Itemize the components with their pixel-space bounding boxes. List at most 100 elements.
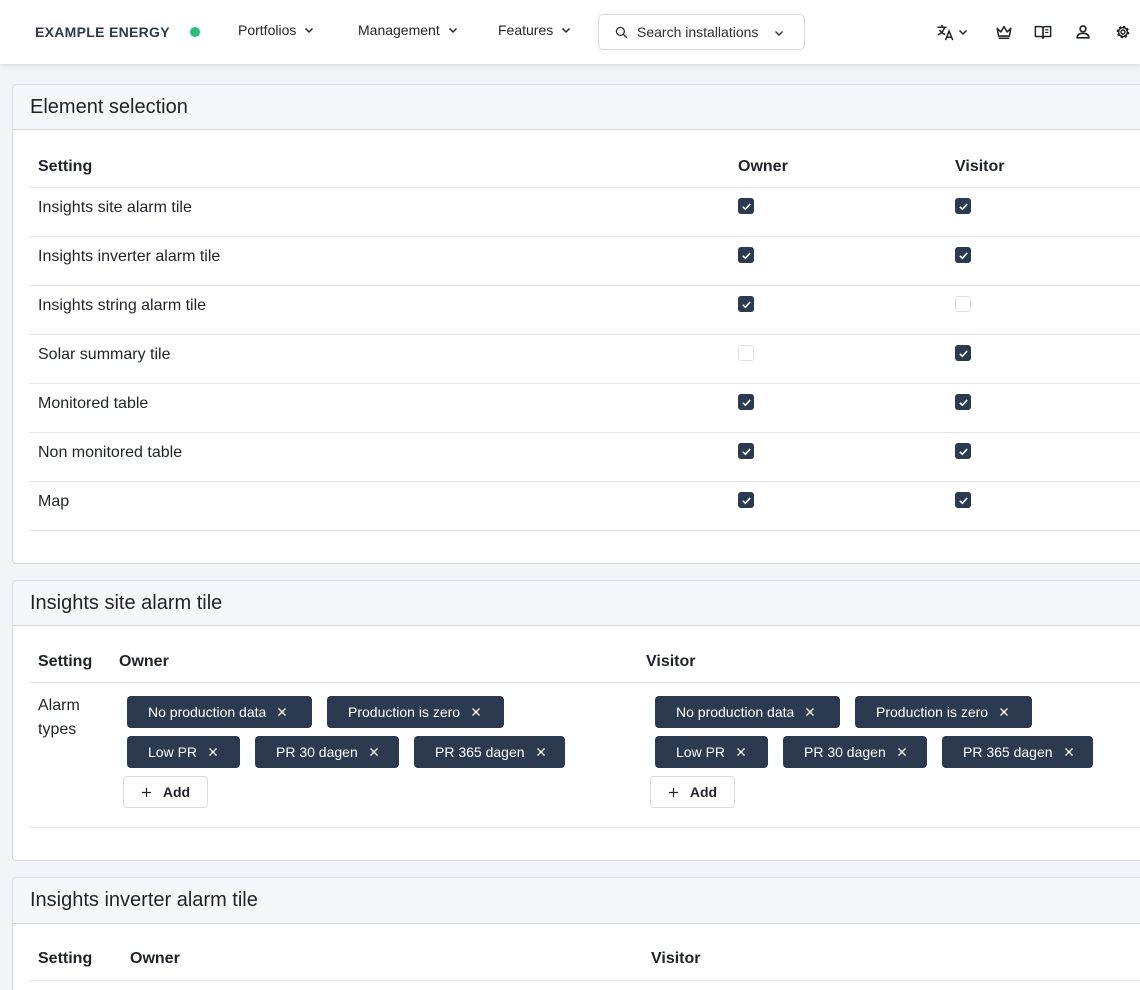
table-row: Insights site alarm tile: [29, 188, 1140, 237]
visitor-checkbox[interactable]: [955, 296, 971, 312]
visitor-checkbox[interactable]: [955, 443, 971, 459]
book-icon: [1034, 25, 1052, 40]
tag-label: Low PR: [676, 744, 726, 760]
alarm-types-label-line1: Alarm: [38, 697, 80, 714]
nav-portfolios-label: Portfolios: [238, 22, 297, 38]
plus-icon: [141, 787, 151, 797]
search-icon: [615, 26, 628, 39]
remove-tag-button[interactable]: [1063, 746, 1075, 758]
remove-tag-button[interactable]: [735, 746, 747, 758]
close-icon: [209, 748, 218, 756]
nav-management-label: Management: [358, 22, 440, 38]
close-icon: [472, 708, 481, 716]
column-header-setting: Setting: [38, 950, 93, 967]
check-icon: [741, 496, 751, 504]
remove-tag-button[interactable]: [535, 746, 547, 758]
remove-tag-button[interactable]: [998, 706, 1010, 718]
remove-tag-button[interactable]: [207, 746, 219, 758]
tag-label: No production data: [148, 704, 267, 720]
table-row: Non monitored table: [29, 433, 1140, 482]
chevron-down-icon: [448, 27, 457, 34]
table-row: Monitored table: [29, 384, 1140, 433]
tag-label: PR 365 dagen: [963, 744, 1053, 760]
visitor-add-button[interactable]: Add: [650, 776, 735, 808]
status-indicator: [190, 27, 200, 37]
alarm-type-tag: Production is zero: [855, 696, 1032, 728]
alarm-type-tag: No production data: [127, 696, 312, 728]
visitor-checkbox[interactable]: [955, 345, 971, 361]
check-icon: [958, 349, 968, 357]
plus-icon: [668, 787, 678, 797]
owner-checkbox[interactable]: [738, 296, 754, 312]
search-installations-dropdown[interactable]: Search installations: [598, 14, 805, 50]
table-row: Map: [29, 482, 1140, 531]
nav-features[interactable]: Features: [498, 22, 571, 38]
table-row: Solar summary tile: [29, 335, 1140, 384]
settings-icon: [1116, 25, 1130, 39]
column-header-visitor: Visitor: [955, 158, 1005, 175]
brand-logo[interactable]: EXAMPLE ENERGY: [35, 24, 170, 40]
check-icon: [958, 496, 968, 504]
table-header-row: Setting Owner Visitor: [29, 924, 1140, 981]
alarm-type-tag: Low PR: [127, 736, 240, 768]
user-icon: [1076, 25, 1090, 39]
translate-icon: [937, 24, 954, 40]
setting-label: Solar summary tile: [38, 346, 171, 363]
close-icon: [737, 748, 746, 756]
remove-tag-button[interactable]: [804, 706, 816, 718]
setting-label: Insights string alarm tile: [38, 297, 207, 314]
remove-tag-button[interactable]: [470, 706, 482, 718]
documentation-button[interactable]: [1033, 22, 1053, 42]
chevron-down-icon: [562, 27, 571, 34]
remove-tag-button[interactable]: [276, 706, 288, 718]
nav-features-label: Features: [498, 22, 554, 38]
tag-label: Production is zero: [876, 704, 989, 720]
column-header-visitor: Visitor: [646, 653, 696, 670]
owner-checkbox[interactable]: [738, 345, 754, 361]
owner-checkbox[interactable]: [738, 492, 754, 508]
card-title: Insights site alarm tile: [30, 591, 223, 614]
check-icon: [958, 202, 968, 210]
crown-icon: [996, 25, 1012, 40]
close-icon: [536, 748, 545, 756]
card-title: Insights inverter alarm tile: [30, 889, 258, 911]
column-header-owner: Owner: [119, 653, 169, 670]
chevron-down-icon: [775, 31, 783, 36]
owner-checkbox[interactable]: [738, 443, 754, 459]
site-alarm-tile-card: Insights site alarm tile Setting Owner V…: [12, 580, 1140, 861]
visitor-checkbox[interactable]: [955, 394, 971, 410]
alarm-type-tag: Low PR: [655, 736, 768, 768]
table-header-row: Setting Owner Visitor: [29, 130, 1140, 188]
check-icon: [741, 251, 751, 259]
chevron-down-icon: [958, 29, 968, 36]
owner-add-button[interactable]: Add: [123, 776, 208, 808]
check-icon: [741, 202, 751, 210]
add-label: Add: [162, 784, 191, 800]
premium-button[interactable]: [994, 22, 1014, 42]
nav-portfolios[interactable]: Portfolios: [238, 22, 314, 38]
owner-checkbox[interactable]: [738, 247, 754, 263]
alarm-types-label-line2: types: [38, 721, 77, 738]
check-icon: [741, 447, 751, 455]
settings-button[interactable]: [1113, 22, 1133, 42]
tag-label: PR 365 dagen: [435, 744, 525, 760]
tag-label: Production is zero: [348, 704, 461, 720]
alarm-type-tag: PR 365 dagen: [942, 736, 1093, 768]
remove-tag-button[interactable]: [368, 746, 380, 758]
owner-checkbox[interactable]: [738, 394, 754, 410]
alarm-types-row: Alarm types No production data Production…: [29, 683, 1140, 828]
check-icon: [958, 398, 968, 406]
inverter-alarm-tile-card: Insights inverter alarm tile Setting Own…: [12, 877, 1140, 990]
setting-label: Non monitored table: [38, 444, 183, 461]
add-label: Add: [689, 784, 718, 800]
visitor-checkbox[interactable]: [955, 247, 971, 263]
tag-label: No production data: [676, 704, 795, 720]
close-icon: [1000, 708, 1009, 716]
language-selector[interactable]: [936, 22, 972, 42]
visitor-checkbox[interactable]: [955, 198, 971, 214]
remove-tag-button[interactable]: [896, 746, 908, 758]
account-button[interactable]: [1073, 22, 1093, 42]
visitor-checkbox[interactable]: [955, 492, 971, 508]
nav-management[interactable]: Management: [358, 22, 458, 38]
owner-checkbox[interactable]: [738, 198, 754, 214]
